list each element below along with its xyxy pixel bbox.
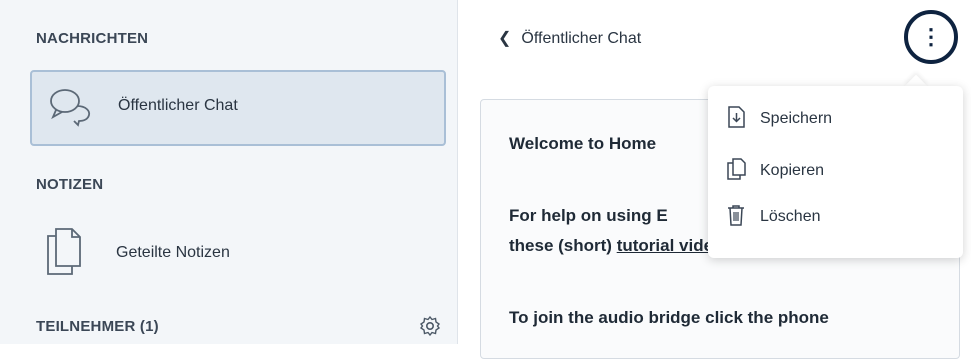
chat-options-menu: Speichern Kopieren Löschen [708,86,963,258]
messages-section-title: NACHRICHTEN [36,30,149,47]
participants-section-title: TEILNEHMER (1) [36,318,159,335]
help-line-1: For help on using E [509,206,668,225]
chat-header: ❮ Öffentlicher Chat ⋮ [458,0,971,80]
notes-icon [44,226,84,283]
more-options-button[interactable]: ⋮ [904,10,958,64]
help-line-2: these (short) tutorial videos. [509,236,738,256]
notes-section-title: NOTIZEN [36,176,104,193]
public-chat-label: Öffentlicher Chat [118,97,238,114]
sidebar-item-public-chat[interactable]: Öffentlicher Chat [30,70,446,146]
sidebar: NACHRICHTEN Öffentlicher Chat NOTIZEN Ge… [0,0,458,344]
welcome-line: Welcome to Home [509,134,656,154]
menu-item-copy[interactable]: Kopieren [726,157,825,185]
trash-icon [726,204,746,231]
menu-item-save[interactable]: Speichern [726,105,833,133]
chat-bubbles-icon [48,86,94,133]
sidebar-item-shared-notes[interactable]: Geteilte Notizen [30,222,446,286]
help-line-2-prefix: these (short) [509,236,617,255]
chevron-left-icon: ❮ [498,30,512,47]
copy-icon [726,157,746,185]
menu-item-delete-label: Löschen [760,208,821,225]
back-to-chat-link[interactable]: ❮ Öffentlicher Chat [498,28,641,48]
welcome-bold: Home [608,134,657,153]
audio-line: To join the audio bridge click the phone [509,308,829,327]
menu-item-save-label: Speichern [760,110,833,127]
shared-notes-label: Geteilte Notizen [116,244,230,261]
kebab-menu-icon: ⋮ [920,24,942,49]
welcome-prefix: Welcome to [509,134,609,153]
menu-item-delete[interactable]: Löschen [726,204,821,230]
chat-header-title: Öffentlicher Chat [521,30,642,47]
save-icon [726,105,746,133]
gear-icon[interactable] [419,315,441,342]
menu-item-copy-label: Kopieren [760,162,825,179]
